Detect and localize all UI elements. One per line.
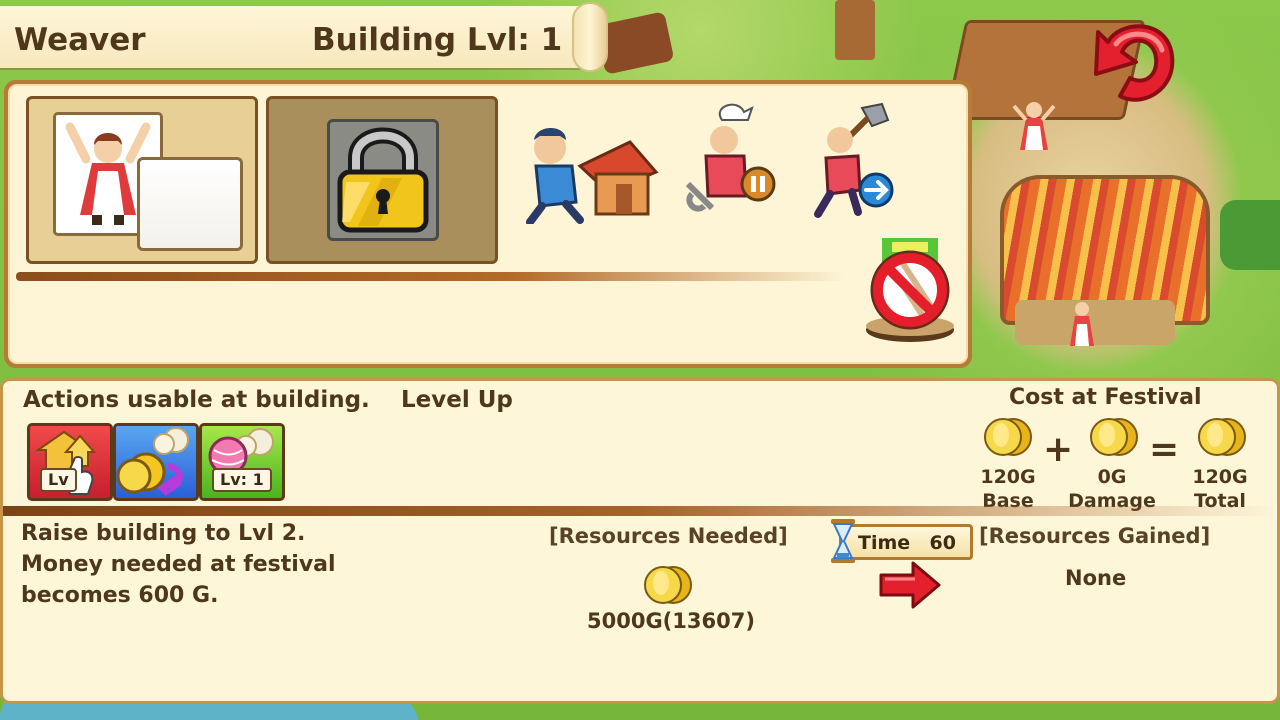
- selected-action-title: Level Up: [401, 387, 513, 413]
- plus-sign: +: [1043, 429, 1074, 470]
- resources-gained-value: None: [1065, 566, 1127, 590]
- level-up-tag: Lv: [40, 468, 77, 492]
- villager-woman-sprite-2[interactable]: [1064, 300, 1100, 352]
- base-cost-value: 120G: [980, 466, 1036, 488]
- no-entry-icon[interactable]: [862, 238, 958, 348]
- total-cost-value: 120G: [1192, 466, 1248, 488]
- building-header: Weaver Building Lvl: 1: [0, 2, 608, 72]
- panel-divider: [16, 272, 846, 281]
- resources-needed-value: 5000G(13607): [587, 609, 755, 633]
- time-value: 60: [929, 532, 956, 554]
- description-line-3: becomes 600 G.: [21, 583, 219, 608]
- worker-slot-2-locked[interactable]: [266, 96, 498, 264]
- time-box: Time 60: [839, 524, 973, 560]
- hourglass-icon: [831, 519, 855, 563]
- confirm-arrow-icon[interactable]: [877, 559, 943, 609]
- building-info-panel: Actions usable at building. Level Up Cos…: [0, 378, 1280, 704]
- villager-woman-sprite[interactable]: [1012, 100, 1056, 158]
- description-line-2: Money needed at festival: [21, 552, 336, 577]
- resources-needed-label: [Resources Needed]: [549, 524, 788, 548]
- back-arrow-icon[interactable]: [1090, 12, 1180, 108]
- building-level: Building Lvl: 1: [312, 22, 563, 58]
- move-worker-icon[interactable]: [806, 100, 898, 220]
- description-line-1: Raise building to Lvl 2.: [21, 521, 306, 546]
- empty-worker-card[interactable]: [137, 157, 243, 251]
- time-label: Time: [858, 532, 911, 554]
- resources-gained-label: [Resources Gained]: [979, 524, 1211, 548]
- coin-icon: [1090, 418, 1138, 456]
- coin-to-cotton-icon: [116, 427, 189, 497]
- sell-materials-button[interactable]: [113, 423, 199, 501]
- locked-slot-box: [327, 119, 439, 241]
- coin-icon: [644, 566, 692, 604]
- building-name: Weaver: [14, 22, 146, 58]
- yarn-level-tag: Lv: 1: [212, 468, 272, 492]
- info-divider: [3, 506, 1277, 516]
- coin-icon: [1198, 418, 1246, 456]
- worker-panel: [4, 80, 972, 368]
- damage-cost-value: 0G: [1097, 466, 1127, 488]
- crane: [835, 0, 875, 60]
- action-description: Raise building to Lvl 2. Money needed at…: [21, 518, 336, 611]
- equals-sign: =: [1149, 429, 1180, 470]
- festival-cost-title: Cost at Festival: [1009, 385, 1202, 410]
- padlock-icon: [337, 127, 429, 233]
- actions-label: Actions usable at building.: [23, 387, 370, 413]
- pause-worker-icon[interactable]: [682, 98, 782, 222]
- hedge: [1220, 200, 1280, 270]
- build-house-icon[interactable]: [520, 122, 660, 224]
- worker-panel-inner: [8, 84, 968, 364]
- scroll-roll-decoration: [572, 2, 608, 72]
- worker-slot-1[interactable]: [26, 96, 258, 264]
- upgrade-yarn-button[interactable]: Lv: 1: [199, 423, 285, 501]
- level-up-button[interactable]: Lv: [27, 423, 113, 501]
- coin-icon: [984, 418, 1032, 456]
